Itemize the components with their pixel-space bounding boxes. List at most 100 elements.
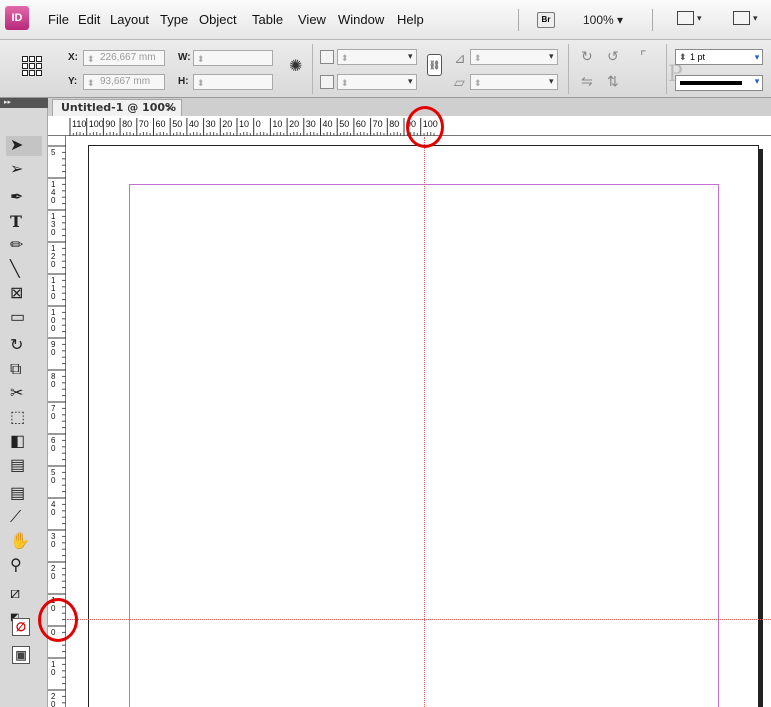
ruler-label: 40 [323, 119, 333, 129]
x-position-field[interactable]: ⬍ 226,667 mm [83, 50, 165, 66]
scissors-tool-icon[interactable]: ✂ [6, 384, 42, 404]
gradient-feather-tool-icon[interactable]: ▤ [6, 456, 42, 476]
stroke-weight-field[interactable]: ⬍ 1 pt ▾ [675, 49, 763, 65]
gradient-tool-icon[interactable]: ◧ [6, 432, 42, 452]
menu-type[interactable]: Type [160, 12, 188, 27]
bridge-button[interactable]: Br [537, 12, 555, 28]
screen-mode-icon[interactable] [733, 11, 750, 25]
ruler-label: 90 [105, 119, 115, 129]
free-transform-tool-icon[interactable]: ⬚ [6, 408, 42, 428]
chevron-down-icon[interactable]: ▾ [408, 51, 413, 62]
document-tab[interactable]: Untitled-1 @ 100% × [52, 99, 182, 116]
shear-angle-field[interactable]: ⬍ [470, 74, 558, 90]
menu-window[interactable]: Window [338, 12, 384, 27]
y-position-field[interactable]: ⬍ 93,667 mm [83, 74, 165, 90]
menu-help[interactable]: Help [397, 12, 424, 27]
ruler-label: 80 [122, 119, 132, 129]
ruler-label: 0 [51, 476, 56, 485]
pen-tool-icon[interactable]: ✒ [6, 188, 42, 208]
chevron-down-icon[interactable]: ▾ [408, 76, 413, 87]
direct-selection-tool-icon[interactable]: ➢ [6, 160, 42, 180]
scale-y-icon [320, 75, 334, 89]
chevron-down-icon[interactable]: ▾ [752, 50, 762, 64]
ruler-label: 40 [189, 119, 199, 129]
zoom-dropdown[interactable]: 100% ▾ [583, 13, 623, 27]
ruler-label: 0 [51, 444, 56, 453]
highlight-circle-zero-vertical [38, 598, 78, 642]
ruler-label: 110 [72, 119, 86, 129]
rotate-angle-icon: ⊿ [454, 50, 466, 66]
line-tool-icon[interactable]: ╲ [6, 260, 42, 280]
chevron-down-icon[interactable]: ▾ [549, 51, 554, 62]
document-tab-title: Untitled-1 @ 100% [61, 101, 177, 114]
ruler-label: 0 [51, 348, 56, 357]
height-field[interactable]: ⬍ [193, 74, 273, 90]
menu-edit[interactable]: Edit [78, 12, 100, 27]
ruler-label: 0 [51, 260, 56, 269]
frame-corner-icon: ⌜ [640, 48, 647, 64]
ruler-label: 0 [51, 228, 56, 237]
menu-object[interactable]: Object [199, 12, 237, 27]
ruler-label: 100 [89, 119, 104, 129]
rotate-tool-icon[interactable]: ↻ [6, 336, 42, 356]
horizontal-ruler-guide[interactable] [67, 619, 771, 620]
chevron-down-icon[interactable]: ▾ [753, 13, 758, 24]
reference-point-icon[interactable] [22, 56, 42, 76]
selection-tool-icon[interactable]: ➤ [6, 136, 42, 156]
ruler-label: 0 [51, 508, 56, 517]
screen-mode-button[interactable]: ▣ [6, 646, 42, 666]
rectangle-tool-icon[interactable]: ▭ [6, 308, 42, 328]
indesign-window: ID File Edit Layout Type Object Table Vi… [0, 0, 771, 707]
constrain-proportions-icon[interactable]: ✺ [289, 56, 302, 76]
menu-separator [518, 9, 519, 31]
scale-tool-icon[interactable]: ⧉ [6, 360, 42, 380]
ruler-label: 70 [373, 119, 383, 129]
rectangle-frame-tool-icon[interactable]: ⊠ [6, 284, 42, 304]
type-tool-icon[interactable]: T [6, 212, 42, 232]
chain-link-icon[interactable]: ⛓ [427, 54, 442, 76]
hand-tool-icon[interactable]: ✋ [6, 532, 42, 552]
ruler-label: 10 [272, 119, 282, 129]
ruler-label: 10 [239, 119, 249, 129]
rotate-counterclockwise-icon[interactable]: ↺ [607, 48, 619, 65]
zoom-tool-icon[interactable]: ⚲ [6, 556, 42, 576]
fill-stroke-swatch-icon[interactable]: ⧄ [6, 584, 42, 604]
chevron-down-icon[interactable]: ▾ [752, 76, 762, 90]
scale-y-field[interactable]: ⬍ [337, 74, 417, 90]
pencil-tool-icon[interactable]: ✏ [6, 236, 42, 256]
x-position-value: 226,667 mm [100, 52, 156, 63]
vertical-ruler-guide[interactable] [424, 137, 425, 707]
flip-horizontal-icon[interactable]: ⇋ [581, 73, 593, 90]
close-tab-icon[interactable]: × [165, 100, 174, 116]
menu-file[interactable]: File [48, 12, 69, 27]
ruler-label: 50 [339, 119, 349, 129]
ruler-label: 30 [206, 119, 216, 129]
menu-layout[interactable]: Layout [110, 12, 149, 27]
view-options-icon[interactable] [677, 11, 694, 25]
ruler-label: 0 [51, 196, 56, 205]
apply-none-button[interactable]: ∅ [6, 618, 42, 638]
measure-tool-icon[interactable]: ⟋ [6, 508, 42, 528]
ruler-label: 0 [51, 324, 56, 333]
panel-separator [568, 44, 569, 94]
tools-panel-collapse-button[interactable]: ▸▸ [0, 98, 48, 108]
menu-view[interactable]: View [298, 12, 326, 27]
stroke-type-dropdown[interactable]: ▾ [675, 75, 763, 91]
note-tool-icon[interactable]: ▤ [6, 484, 42, 504]
ruler-label: 60 [156, 119, 166, 129]
scale-x-field[interactable]: ⬍ [337, 49, 417, 65]
panel-separator [312, 44, 313, 94]
menu-table[interactable]: Table [252, 12, 283, 27]
flip-vertical-icon[interactable]: ⇅ [607, 73, 619, 90]
rotation-angle-field[interactable]: ⬍ [470, 49, 558, 65]
chevron-down-icon[interactable]: ▾ [549, 76, 554, 87]
control-panel: X: ⬍ 226,667 mm Y: ⬍ 93,667 mm W: ⬍ H: ⬍ ✺… [0, 40, 771, 98]
h-label: H: [178, 76, 189, 87]
ruler-label: 0 [51, 668, 56, 677]
width-field[interactable]: ⬍ [193, 50, 273, 66]
panel-separator [666, 44, 667, 94]
chevron-down-icon[interactable]: ▾ [697, 13, 702, 24]
rotate-clockwise-icon[interactable]: ↻ [581, 48, 593, 65]
ruler-label: 0 [51, 700, 56, 707]
shear-angle-icon: ▱ [454, 74, 465, 90]
